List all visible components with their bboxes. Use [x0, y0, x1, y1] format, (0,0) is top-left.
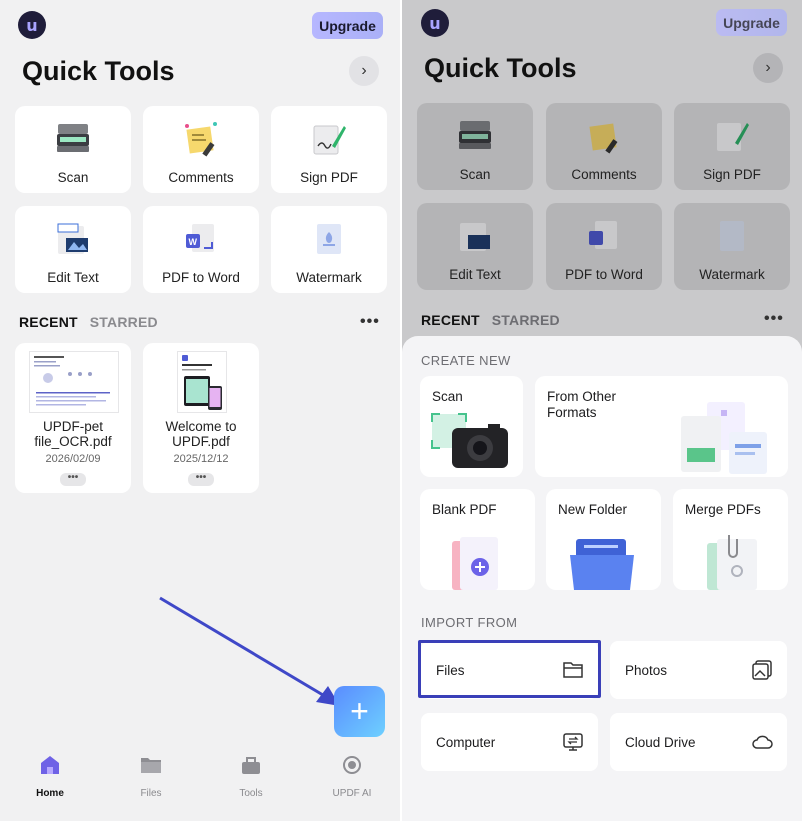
- tool-sign-pdf[interactable]: Sign PDF: [674, 103, 790, 190]
- folder-icon: [141, 758, 161, 773]
- tool-edit-text[interactable]: Edit Text: [417, 203, 533, 290]
- import-cloud-drive-card[interactable]: Cloud Drive: [610, 713, 787, 771]
- upgrade-button[interactable]: Upgrade: [312, 12, 383, 39]
- scanner-icon: [459, 121, 491, 149]
- file-name: Welcome to UPDF.pdf: [165, 419, 237, 449]
- edit-text-icon: [57, 223, 88, 254]
- nav-updf-ai[interactable]: UPDF AI: [322, 755, 382, 799]
- updf-logo[interactable]: u: [421, 9, 449, 37]
- page-title: Quick Tools: [22, 56, 175, 86]
- chevron-right-icon[interactable]: ›: [753, 53, 783, 83]
- nav-files[interactable]: Files: [121, 755, 181, 799]
- watermark-icon: [317, 224, 341, 254]
- tool-label: Edit Text: [47, 270, 99, 285]
- word-convert-icon: W: [186, 224, 214, 252]
- tool-sign-pdf[interactable]: Sign PDF: [271, 106, 387, 193]
- tab-recent[interactable]: RECENT: [19, 314, 78, 330]
- recent-starred-tabs: RECENT STARRED: [19, 314, 158, 330]
- documents-icon: [681, 402, 767, 474]
- tool-label: Sign PDF: [300, 170, 358, 185]
- left-screen: u Upgrade Quick Tools › Scan Comments Si…: [0, 0, 400, 821]
- tool-label: Watermark: [296, 270, 362, 285]
- scanner-icon: [57, 124, 89, 152]
- updf-logo[interactable]: u: [18, 11, 46, 39]
- right-screen: u Upgrade Quick Tools › Scan Comments Si…: [402, 0, 802, 821]
- signature-pen-icon: [313, 125, 346, 155]
- file-more-icon[interactable]: •••: [60, 473, 86, 486]
- tool-watermark[interactable]: Watermark: [271, 206, 387, 293]
- watermark-icon: [720, 221, 744, 251]
- tab-starred[interactable]: STARRED: [90, 314, 158, 330]
- create-from-other-formats-card[interactable]: From Other Formats: [535, 376, 788, 477]
- cloud-icon: [752, 735, 773, 749]
- nav-home[interactable]: Home: [20, 755, 80, 799]
- create-new-folder-card[interactable]: New Folder: [546, 489, 661, 590]
- blank-pdf-icon: [452, 537, 498, 590]
- file-thumbnail: [29, 351, 119, 413]
- create-new-title: CREATE NEW: [421, 353, 511, 368]
- create-blank-pdf-card[interactable]: Blank PDF: [420, 489, 535, 590]
- folder-icon: [570, 539, 634, 590]
- tool-scan[interactable]: Scan: [15, 106, 131, 193]
- tool-watermark[interactable]: Watermark: [674, 203, 790, 290]
- tool-label: PDF to Word: [162, 270, 240, 285]
- home-icon: [41, 756, 59, 774]
- tool-edit-text[interactable]: Edit Text: [15, 206, 131, 293]
- tool-label: Comments: [168, 170, 234, 185]
- ai-icon: [343, 756, 361, 774]
- toolbox-icon: [242, 757, 260, 774]
- more-options-icon[interactable]: •••: [360, 313, 380, 331]
- photos-icon: [752, 660, 772, 680]
- tool-pdf-to-word[interactable]: PDF to Word: [546, 203, 662, 290]
- import-from-title: IMPORT FROM: [421, 615, 518, 630]
- file-more-icon[interactable]: •••: [188, 473, 214, 486]
- chevron-right-icon[interactable]: ›: [349, 56, 379, 86]
- tool-label: Scan: [57, 170, 89, 185]
- file-card[interactable]: Welcome to UPDF.pdf 2025/12/12 •••: [143, 343, 259, 493]
- computer-transfer-icon: [563, 733, 583, 751]
- annotation-arrow: [159, 596, 340, 706]
- page-title: Quick Tools: [424, 53, 577, 83]
- signature-pen-icon: [717, 123, 749, 151]
- tool-scan[interactable]: Scan: [417, 103, 533, 190]
- tool-comments[interactable]: Comments: [143, 106, 259, 193]
- sticky-note-icon: [589, 123, 618, 154]
- svg-text:W: W: [189, 237, 198, 247]
- create-merge-pdfs-card[interactable]: Merge PDFs: [673, 489, 788, 590]
- import-computer-card[interactable]: Computer: [421, 713, 598, 771]
- file-card[interactable]: UPDF-pet file_OCR.pdf 2026/02/09 •••: [15, 343, 131, 493]
- upgrade-button[interactable]: Upgrade: [716, 9, 787, 36]
- add-button[interactable]: +: [334, 686, 385, 737]
- tool-pdf-to-word[interactable]: W PDF to Word: [143, 206, 259, 293]
- camera-icon: [431, 413, 508, 468]
- file-date: 2025/12/12: [173, 453, 229, 465]
- file-date: 2026/02/09: [45, 453, 101, 465]
- file-name: UPDF-pet file_OCR.pdf: [34, 419, 112, 449]
- import-photos-card[interactable]: Photos: [610, 641, 787, 699]
- create-import-sheet: CREATE NEW Scan From Other Formats Blank…: [402, 336, 802, 821]
- more-options-icon[interactable]: •••: [764, 310, 784, 328]
- nav-tools[interactable]: Tools: [221, 755, 281, 799]
- tool-comments[interactable]: Comments: [546, 103, 662, 190]
- edit-text-icon: [460, 223, 490, 251]
- files-highlight-box: [418, 640, 601, 698]
- merge-pdf-icon: [707, 535, 757, 590]
- word-convert-icon: [589, 221, 617, 249]
- create-scan-card[interactable]: Scan: [420, 376, 523, 477]
- sticky-note-icon: [185, 122, 217, 157]
- file-thumbnail: [177, 351, 227, 413]
- recent-starred-tabs: RECENT STARRED: [421, 312, 560, 328]
